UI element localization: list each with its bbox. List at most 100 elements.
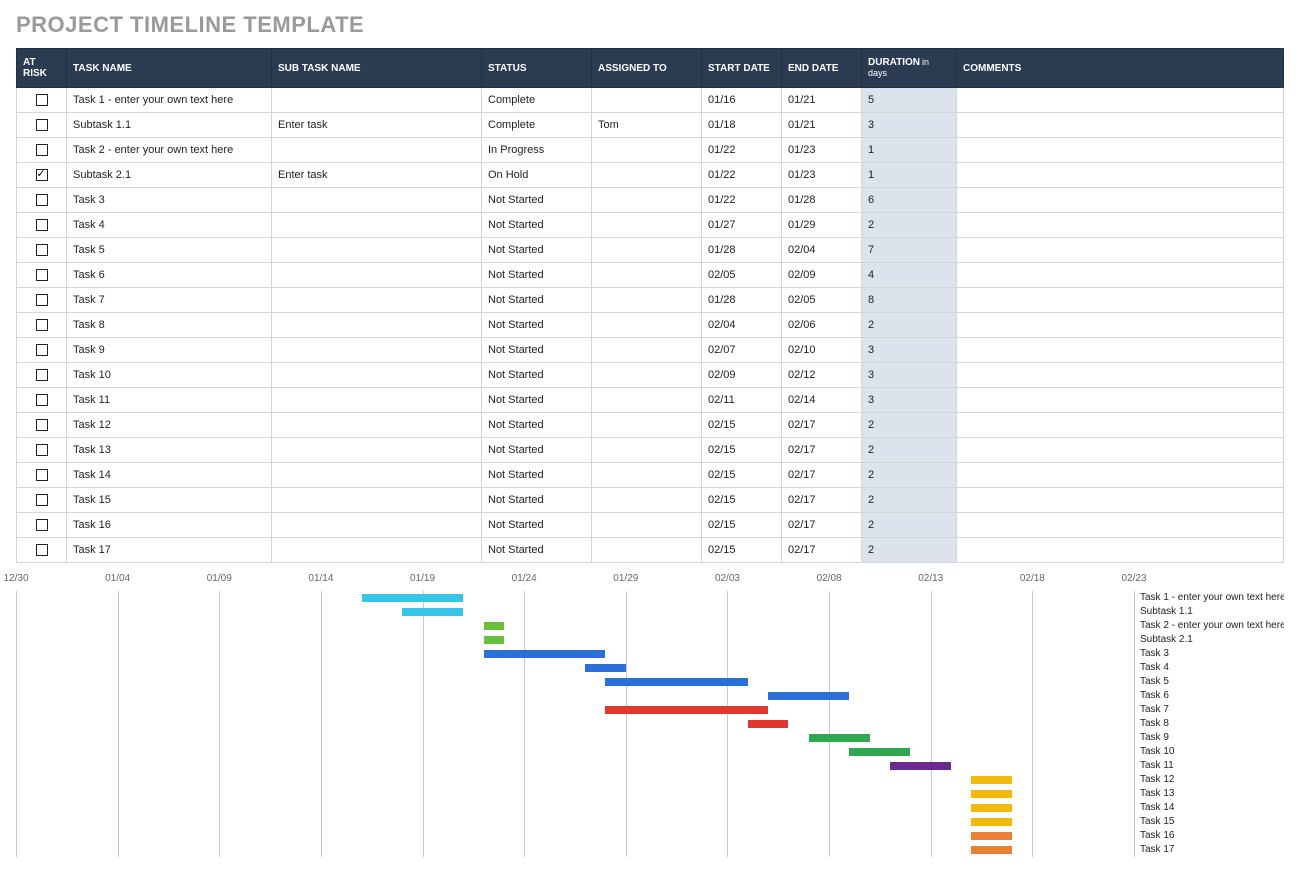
- cell-task-name[interactable]: Task 11: [67, 388, 272, 413]
- checkbox-icon[interactable]: [36, 519, 48, 531]
- cell-task-name[interactable]: Subtask 1.1: [67, 113, 272, 138]
- cell-end-date[interactable]: 01/23: [782, 163, 862, 188]
- cell-sub-task-name[interactable]: [272, 338, 482, 363]
- cell-at-risk[interactable]: [17, 463, 67, 488]
- cell-start-date[interactable]: 01/18: [702, 113, 782, 138]
- cell-task-name[interactable]: Task 13: [67, 438, 272, 463]
- cell-end-date[interactable]: 02/12: [782, 363, 862, 388]
- cell-sub-task-name[interactable]: [272, 313, 482, 338]
- cell-end-date[interactable]: 02/10: [782, 338, 862, 363]
- cell-assigned-to[interactable]: [592, 413, 702, 438]
- cell-sub-task-name[interactable]: [272, 413, 482, 438]
- cell-start-date[interactable]: 01/28: [702, 238, 782, 263]
- cell-assigned-to[interactable]: [592, 388, 702, 413]
- checkbox-icon[interactable]: [36, 94, 48, 106]
- cell-end-date[interactable]: 01/21: [782, 113, 862, 138]
- cell-task-name[interactable]: Task 14: [67, 463, 272, 488]
- cell-end-date[interactable]: 02/17: [782, 438, 862, 463]
- cell-end-date[interactable]: 02/05: [782, 288, 862, 313]
- cell-comments[interactable]: [957, 288, 1284, 313]
- cell-status[interactable]: In Progress: [482, 138, 592, 163]
- cell-status[interactable]: Not Started: [482, 538, 592, 563]
- cell-at-risk[interactable]: [17, 138, 67, 163]
- cell-assigned-to[interactable]: [592, 463, 702, 488]
- cell-at-risk[interactable]: [17, 363, 67, 388]
- cell-end-date[interactable]: 02/17: [782, 488, 862, 513]
- cell-task-name[interactable]: Task 15: [67, 488, 272, 513]
- cell-status[interactable]: Not Started: [482, 363, 592, 388]
- cell-at-risk[interactable]: [17, 188, 67, 213]
- cell-at-risk[interactable]: [17, 413, 67, 438]
- cell-status[interactable]: Not Started: [482, 238, 592, 263]
- cell-comments[interactable]: [957, 188, 1284, 213]
- checkbox-icon[interactable]: [36, 244, 48, 256]
- checkbox-icon[interactable]: [36, 194, 48, 206]
- cell-sub-task-name[interactable]: [272, 363, 482, 388]
- cell-sub-task-name[interactable]: [272, 213, 482, 238]
- cell-assigned-to[interactable]: [592, 438, 702, 463]
- cell-start-date[interactable]: 01/22: [702, 188, 782, 213]
- cell-task-name[interactable]: Task 10: [67, 363, 272, 388]
- cell-task-name[interactable]: Task 3: [67, 188, 272, 213]
- cell-status[interactable]: Not Started: [482, 288, 592, 313]
- cell-at-risk[interactable]: [17, 538, 67, 563]
- checkbox-icon[interactable]: [36, 444, 48, 456]
- cell-sub-task-name[interactable]: [272, 138, 482, 163]
- cell-status[interactable]: Complete: [482, 88, 592, 113]
- cell-start-date[interactable]: 02/15: [702, 438, 782, 463]
- cell-task-name[interactable]: Task 16: [67, 513, 272, 538]
- checkbox-icon[interactable]: [36, 119, 48, 131]
- cell-assigned-to[interactable]: [592, 88, 702, 113]
- checkbox-icon[interactable]: [36, 344, 48, 356]
- cell-end-date[interactable]: 01/29: [782, 213, 862, 238]
- cell-task-name[interactable]: Task 1 - enter your own text here: [67, 88, 272, 113]
- cell-comments[interactable]: [957, 463, 1284, 488]
- cell-start-date[interactable]: 02/15: [702, 513, 782, 538]
- cell-comments[interactable]: [957, 363, 1284, 388]
- cell-task-name[interactable]: Task 8: [67, 313, 272, 338]
- checkbox-icon[interactable]: [36, 219, 48, 231]
- cell-at-risk[interactable]: [17, 438, 67, 463]
- cell-at-risk[interactable]: [17, 238, 67, 263]
- cell-sub-task-name[interactable]: [272, 88, 482, 113]
- cell-sub-task-name[interactable]: [272, 288, 482, 313]
- cell-status[interactable]: Complete: [482, 113, 592, 138]
- cell-assigned-to[interactable]: [592, 188, 702, 213]
- checkbox-icon[interactable]: [36, 394, 48, 406]
- cell-start-date[interactable]: 02/04: [702, 313, 782, 338]
- cell-at-risk[interactable]: [17, 313, 67, 338]
- cell-assigned-to[interactable]: [592, 288, 702, 313]
- cell-end-date[interactable]: 02/17: [782, 538, 862, 563]
- cell-status[interactable]: Not Started: [482, 188, 592, 213]
- cell-status[interactable]: Not Started: [482, 413, 592, 438]
- cell-comments[interactable]: [957, 113, 1284, 138]
- cell-status[interactable]: Not Started: [482, 263, 592, 288]
- checkbox-icon[interactable]: [36, 169, 48, 181]
- cell-status[interactable]: On Hold: [482, 163, 592, 188]
- cell-status[interactable]: Not Started: [482, 513, 592, 538]
- cell-task-name[interactable]: Task 5: [67, 238, 272, 263]
- cell-task-name[interactable]: Task 17: [67, 538, 272, 563]
- cell-at-risk[interactable]: [17, 88, 67, 113]
- cell-at-risk[interactable]: [17, 338, 67, 363]
- cell-at-risk[interactable]: [17, 263, 67, 288]
- cell-start-date[interactable]: 02/05: [702, 263, 782, 288]
- cell-comments[interactable]: [957, 488, 1284, 513]
- cell-assigned-to[interactable]: [592, 338, 702, 363]
- cell-assigned-to[interactable]: Tom: [592, 113, 702, 138]
- cell-comments[interactable]: [957, 338, 1284, 363]
- cell-end-date[interactable]: 02/09: [782, 263, 862, 288]
- cell-task-name[interactable]: Task 12: [67, 413, 272, 438]
- cell-start-date[interactable]: 02/15: [702, 538, 782, 563]
- cell-comments[interactable]: [957, 263, 1284, 288]
- cell-assigned-to[interactable]: [592, 538, 702, 563]
- cell-task-name[interactable]: Task 6: [67, 263, 272, 288]
- cell-sub-task-name[interactable]: [272, 438, 482, 463]
- cell-comments[interactable]: [957, 238, 1284, 263]
- cell-comments[interactable]: [957, 163, 1284, 188]
- cell-end-date[interactable]: 02/17: [782, 463, 862, 488]
- cell-sub-task-name[interactable]: [272, 463, 482, 488]
- cell-start-date[interactable]: 02/11: [702, 388, 782, 413]
- cell-status[interactable]: Not Started: [482, 488, 592, 513]
- cell-sub-task-name[interactable]: Enter task: [272, 163, 482, 188]
